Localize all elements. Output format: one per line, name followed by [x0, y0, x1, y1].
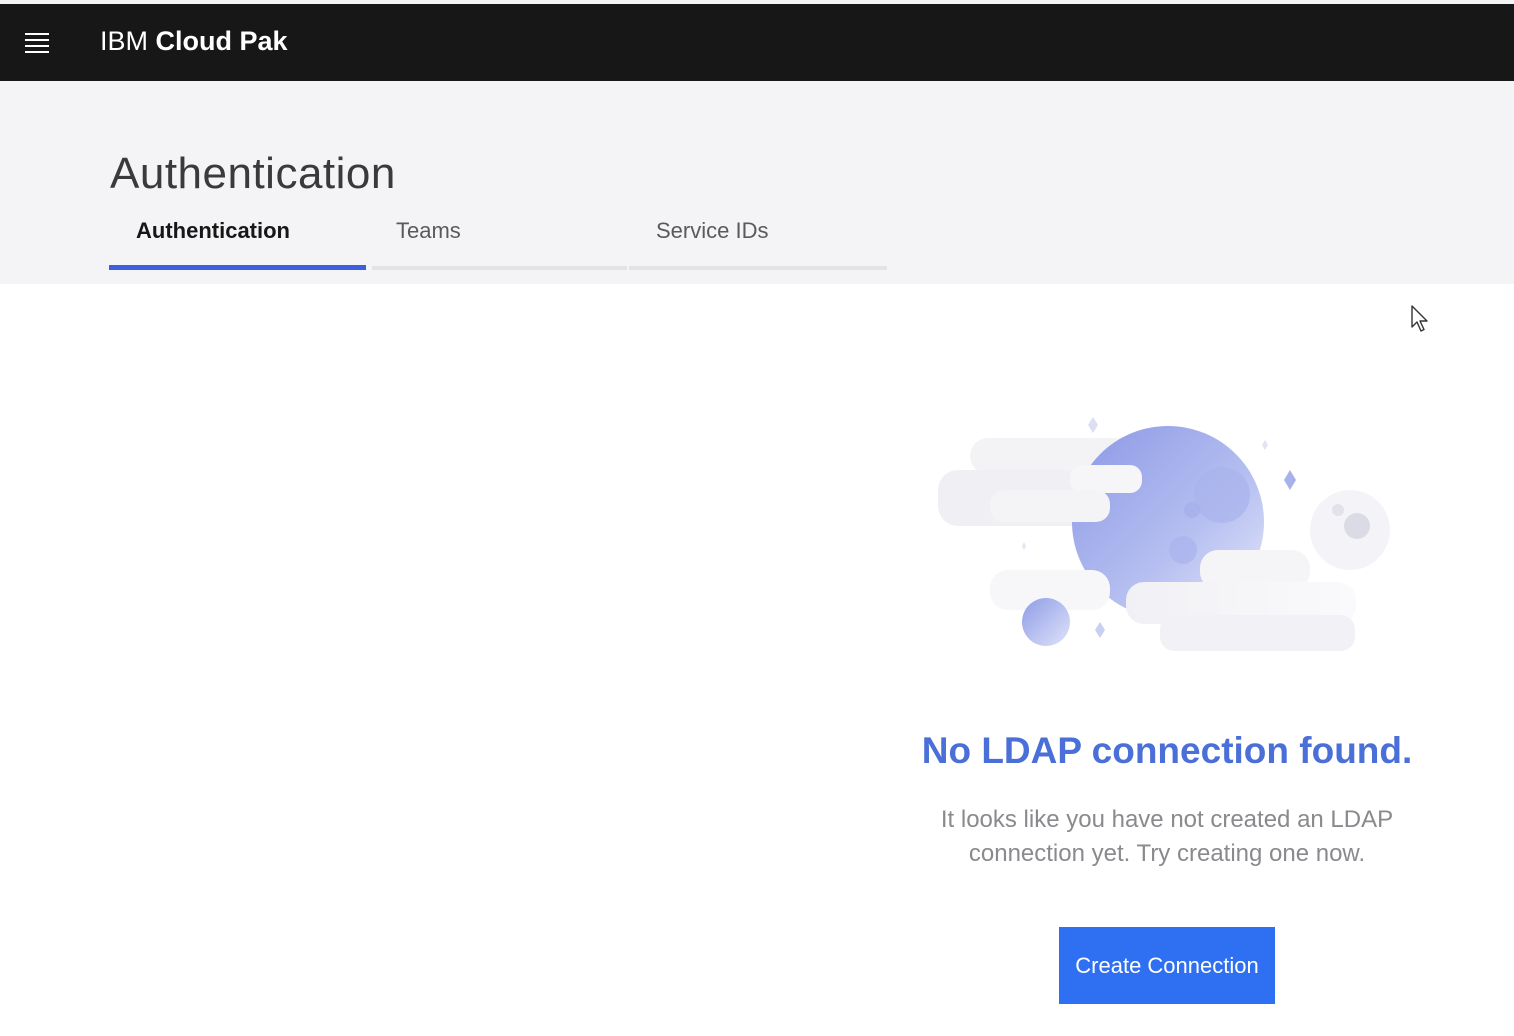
tab-indicator	[629, 266, 887, 270]
hamburger-menu-icon[interactable]	[18, 26, 56, 60]
tab-label: Authentication	[136, 218, 290, 243]
tab-label: Service IDs	[656, 218, 769, 243]
brand-name: Cloud Pak	[155, 26, 288, 56]
tab-teams[interactable]: Teams	[372, 210, 627, 270]
empty-state-title: No LDAP connection found.	[921, 730, 1413, 771]
empty-state-description: It looks like you have not created an LD…	[940, 806, 1394, 867]
tab-indicator	[109, 265, 366, 270]
tab-bar: Authentication Teams Service IDs	[109, 210, 889, 270]
planet-clouds-illustration	[938, 417, 1390, 651]
brand-prefix: IBM	[100, 26, 149, 56]
mouse-pointer-icon	[1411, 305, 1428, 332]
masthead: IBM Cloud Pak	[0, 4, 1514, 81]
create-connection-button[interactable]: Create Connection	[1059, 927, 1275, 1004]
brand-logo[interactable]: IBM Cloud Pak	[100, 24, 288, 58]
page-title: Authentication	[110, 149, 396, 198]
tab-indicator	[372, 266, 627, 270]
tab-authentication[interactable]: Authentication	[109, 210, 366, 270]
tab-label: Teams	[396, 218, 461, 243]
tab-service-ids[interactable]: Service IDs	[629, 210, 887, 270]
